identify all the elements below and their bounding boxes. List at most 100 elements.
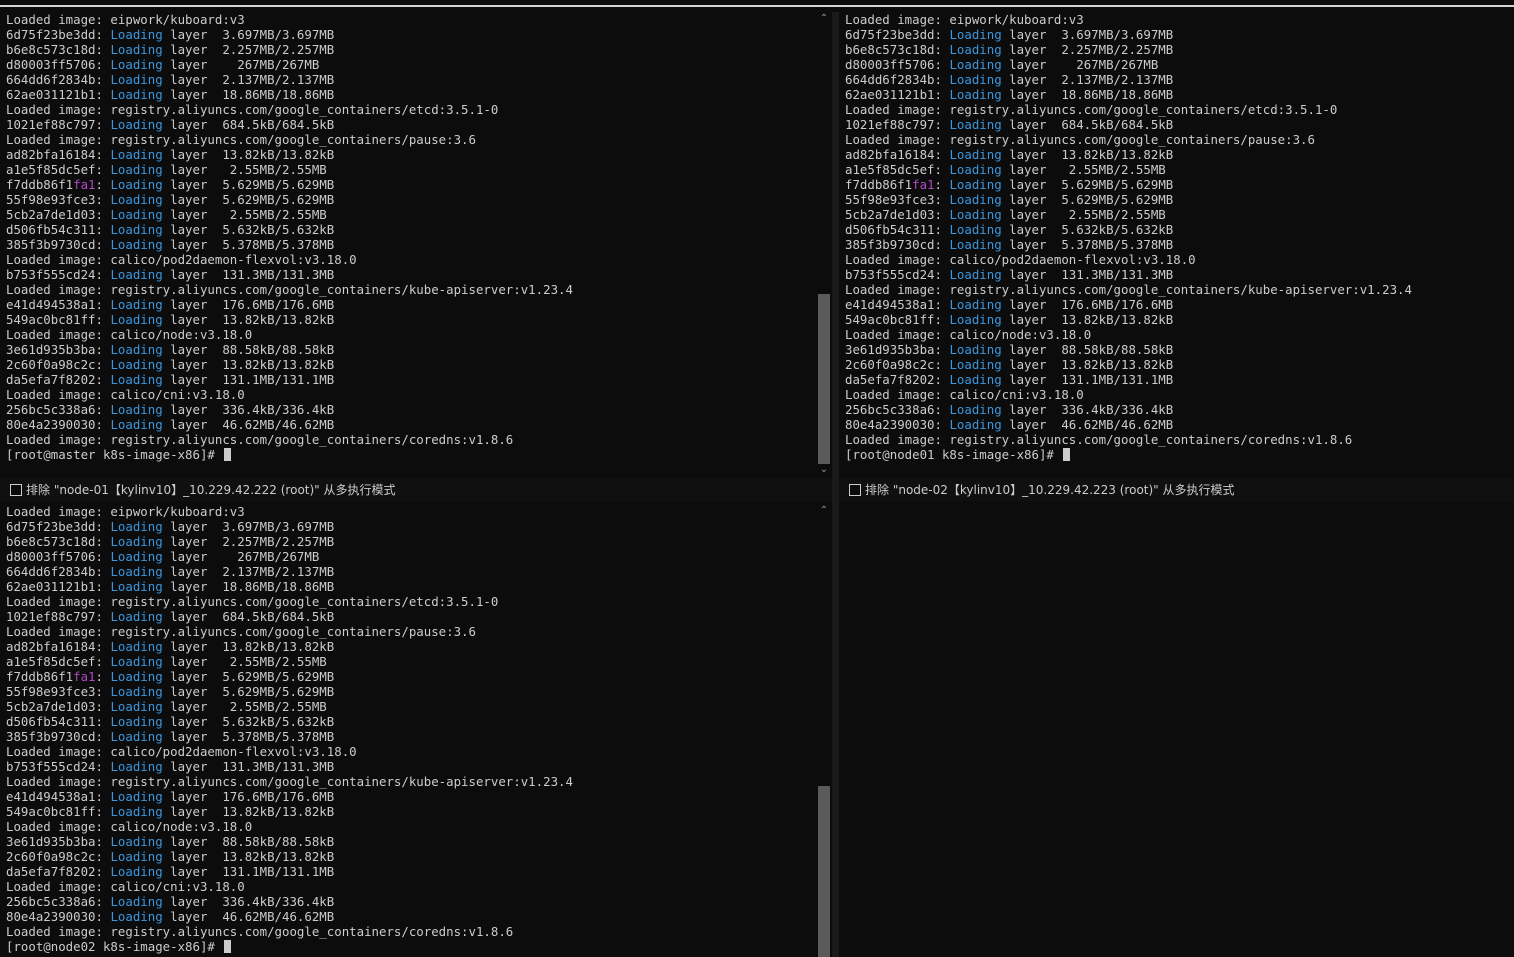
pane-divider-vertical[interactable] — [832, 12, 839, 957]
loading-keyword: Loading — [110, 834, 163, 849]
text-cursor — [224, 940, 232, 953]
prompt-line[interactable]: [root@node02 k8s-image-x86]# — [6, 939, 573, 954]
prompt-line[interactable]: [root@node01 k8s-image-x86]# — [845, 447, 1412, 462]
terminal-line: Loaded image: registry.aliyuncs.com/goog… — [6, 594, 573, 609]
terminal-text: layer 131.3MB/131.3MB — [162, 267, 335, 282]
terminal-line: 1021ef88c797: Loading layer 684.5kB/684.… — [845, 117, 1412, 132]
terminal-text: 1021ef88c797: — [6, 117, 111, 132]
loading-keyword: Loading — [110, 87, 163, 102]
terminal-text: f7ddb86f1 — [6, 669, 74, 684]
terminal-line: 1021ef88c797: Loading layer 684.5kB/684.… — [6, 609, 573, 624]
terminal-line: a1e5f85dc5ef: Loading layer 2.55MB/2.55M… — [6, 162, 573, 177]
terminal-text: layer 2.257MB/2.257MB — [1001, 42, 1174, 57]
terminal-text: Loaded image: registry.aliyuncs.com/goog… — [6, 774, 573, 789]
terminal-text: 664dd6f2834b: — [6, 72, 111, 87]
terminal-pane-node01[interactable]: Loaded image: eipwork/kuboard:v3 6d75f23b… — [839, 12, 1514, 477]
exclude-checkbox-node01[interactable] — [10, 484, 22, 496]
terminal-line: 5cb2a7de1d03: Loading layer 2.55MB/2.55M… — [6, 207, 573, 222]
terminal-text: layer 2.55MB/2.55MB — [162, 162, 327, 177]
terminal-text: 1021ef88c797: — [845, 117, 950, 132]
scrollbar-thumb[interactable] — [818, 294, 830, 464]
terminal-text: da5efa7f8202: — [6, 372, 111, 387]
terminal-text: 256bc5c338a6: — [6, 402, 111, 417]
terminal-text: layer 5.629MB/5.629MB — [1001, 177, 1174, 192]
terminal-text: da5efa7f8202: — [6, 864, 111, 879]
terminal-line: 664dd6f2834b: Loading layer 2.137MB/2.13… — [6, 564, 573, 579]
terminal-text: layer 336.4kB/336.4kB — [162, 402, 335, 417]
terminal-line: Loaded image: calico/cni:v3.18.0 — [6, 879, 573, 894]
terminal-line: Loaded image: registry.aliyuncs.com/goog… — [845, 102, 1412, 117]
terminal-line: b753f555cd24: Loading layer 131.3MB/131.… — [6, 267, 573, 282]
terminal-text: layer 2.55MB/2.55MB — [1001, 162, 1166, 177]
loading-keyword: Loading — [110, 402, 163, 417]
terminal-pane-node02[interactable]: Loaded image: eipwork/kuboard:v3 6d75f23b… — [0, 504, 818, 957]
terminal-line: b6e8c573c18d: Loading layer 2.257MB/2.25… — [845, 42, 1412, 57]
loading-keyword: Loading — [110, 417, 163, 432]
terminal-line: Loaded image: calico/pod2daemon-flexvol:… — [6, 744, 573, 759]
terminal-line: Loaded image: registry.aliyuncs.com/goog… — [6, 282, 573, 297]
terminal-text: 80e4a2390030: — [6, 909, 111, 924]
terminal-text: layer 13.82kB/13.82kB — [1001, 357, 1174, 372]
terminal-line: Loaded image: eipwork/kuboard:v3 — [6, 12, 573, 27]
scrollbar-master[interactable]: ⌃ ⌄ — [816, 12, 832, 477]
loading-keyword: Loading — [110, 342, 163, 357]
terminal-text: Loaded image: calico/pod2daemon-flexvol:… — [845, 252, 1196, 267]
scroll-down-arrow-icon[interactable]: ⌄ — [816, 463, 832, 477]
terminal-text: layer 13.82kB/13.82kB — [162, 639, 335, 654]
terminal-text: layer 176.6MB/176.6MB — [162, 297, 335, 312]
terminal-text: layer 46.62MB/46.62MB — [1001, 417, 1174, 432]
exclude-checkbox-node02[interactable] — [849, 484, 861, 496]
loading-keyword: Loading — [110, 684, 163, 699]
loading-keyword: Loading — [110, 57, 163, 72]
loading-keyword: Loading — [110, 639, 163, 654]
terminal-text: e41d494538a1: — [6, 789, 111, 804]
scrollbar-thumb[interactable] — [818, 786, 830, 957]
terminal-text: Loaded image: eipwork/kuboard:v3 — [6, 504, 245, 519]
terminal-text: 5cb2a7de1d03: — [6, 699, 111, 714]
terminal-line: d80003ff5706: Loading layer 267MB/267MB — [6, 549, 573, 564]
terminal-text: layer 13.82kB/13.82kB — [162, 804, 335, 819]
terminal-text: Loaded image: calico/cni:v3.18.0 — [845, 387, 1084, 402]
loading-keyword: Loading — [949, 72, 1002, 87]
loading-keyword: Loading — [949, 372, 1002, 387]
terminal-text: layer 684.5kB/684.5kB — [162, 117, 335, 132]
terminal-text: d506fb54c311: — [6, 714, 111, 729]
terminal-text: layer 13.82kB/13.82kB — [1001, 147, 1174, 162]
terminal-text: f7ddb86f1 — [845, 177, 913, 192]
terminal-text: layer 684.5kB/684.5kB — [162, 609, 335, 624]
scroll-up-arrow-icon[interactable]: ⌃ — [816, 12, 832, 26]
loading-keyword: Loading — [949, 147, 1002, 162]
terminal-text: layer 13.82kB/13.82kB — [162, 357, 335, 372]
terminal-line: Loaded image: registry.aliyuncs.com/goog… — [6, 102, 573, 117]
scrollbar-node02[interactable]: ⌃ — [816, 504, 832, 957]
terminal-text: layer 13.82kB/13.82kB — [162, 849, 335, 864]
loading-keyword: Loading — [110, 72, 163, 87]
loading-keyword: Loading — [110, 162, 163, 177]
terminal-line: Loaded image: eipwork/kuboard:v3 — [6, 504, 573, 519]
loading-keyword: Loading — [949, 27, 1002, 42]
terminal-pane-master[interactable]: Loaded image: eipwork/kuboard:v3 6d75f23b… — [0, 12, 818, 477]
loading-keyword: Loading — [949, 402, 1002, 417]
loading-keyword: Loading — [110, 27, 163, 42]
terminal-text: 664dd6f2834b: — [845, 72, 950, 87]
exclude-bar-node01: 排除 "node-01【kylinv10】_10.229.42.222 (roo… — [0, 479, 832, 501]
loading-keyword: Loading — [949, 222, 1002, 237]
terminal-line: e41d494538a1: Loading layer 176.6MB/176.… — [6, 297, 573, 312]
terminal-line: 55f98e93fce3: Loading layer 5.629MB/5.62… — [845, 192, 1412, 207]
loading-keyword: Loading — [949, 57, 1002, 72]
terminal-line: da5efa7f8202: Loading layer 131.1MB/131.… — [6, 372, 573, 387]
terminal-text: layer 5.378MB/5.378MB — [162, 729, 335, 744]
terminal-line: 5cb2a7de1d03: Loading layer 2.55MB/2.55M… — [6, 699, 573, 714]
terminal-line: Loaded image: calico/pod2daemon-flexvol:… — [6, 252, 573, 267]
terminal-text: layer 5.378MB/5.378MB — [1001, 237, 1174, 252]
loading-keyword: Loading — [110, 654, 163, 669]
scroll-up-arrow-icon[interactable]: ⌃ — [816, 504, 832, 518]
text-cursor — [1063, 448, 1071, 461]
terminal-text: layer 5.629MB/5.629MB — [162, 684, 335, 699]
prompt-line[interactable]: [root@master k8s-image-x86]# — [6, 447, 573, 462]
exclude-label-node02: 排除 "node-02【kylinv10】_10.229.42.223 (roo… — [865, 483, 1235, 497]
terminal-text: 62ae031121b1: — [6, 579, 111, 594]
terminal-pane-empty[interactable] — [839, 504, 1514, 957]
terminal-text: d80003ff5706: — [845, 57, 950, 72]
terminal-text: Loaded image: calico/node:v3.18.0 — [6, 327, 253, 342]
